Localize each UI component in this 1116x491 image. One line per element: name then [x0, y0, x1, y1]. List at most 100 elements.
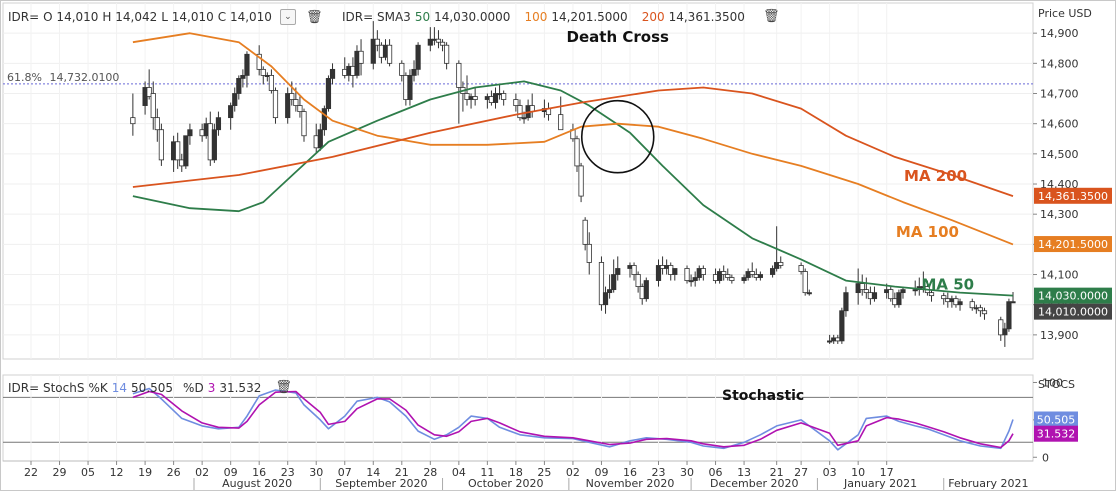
candle-body [602, 292, 609, 306]
candle-body [358, 50, 364, 64]
candle-body [297, 105, 303, 113]
chevron-down-icon[interactable]: ⌄ [279, 9, 296, 25]
candle-body [643, 280, 649, 300]
stochastic-badges: 50.505 31.532 [1034, 411, 1078, 442]
price-y-tick-label: 13,900 [1040, 329, 1079, 342]
candle-body [325, 78, 332, 109]
candle-body [725, 274, 731, 278]
stoch-d-value: 31.532 [219, 380, 262, 395]
candle-body [1006, 301, 1012, 330]
ma200-label: MA 200 [904, 167, 967, 185]
candle-body [806, 292, 812, 295]
candle-body [607, 289, 613, 294]
candle-body [631, 265, 637, 275]
x-tick-label: 05 [81, 466, 95, 479]
ma100-badge: 14,201.5000 [1038, 238, 1108, 251]
candle-body [684, 268, 690, 281]
candle-body [558, 114, 564, 131]
candle-body [672, 268, 678, 275]
candle-body [582, 219, 588, 245]
candle-body [187, 129, 193, 137]
candle-body [1002, 328, 1008, 336]
candle-body [321, 108, 327, 131]
x-tick-label: 04 [452, 466, 466, 479]
candle-body [843, 292, 849, 312]
candle-body [415, 44, 421, 70]
stoch-k-label: %K [88, 380, 108, 395]
candle-body [289, 93, 295, 100]
last-price-badge: 14,010.0000 [1038, 306, 1108, 319]
month-label: November 2020 [586, 477, 675, 490]
month-label: February 2021 [948, 477, 1028, 490]
candle-body [439, 41, 446, 46]
candle-body [513, 99, 519, 106]
candle-body [981, 310, 988, 315]
candle-body [769, 268, 776, 275]
stochastic-title: Stochastic [722, 388, 804, 404]
trash-icon[interactable]: 🗑 [306, 10, 323, 25]
x-tick-label: 22 [24, 466, 38, 479]
candle-body [411, 68, 417, 76]
candle-body [586, 243, 592, 263]
low-value: L 14,010 [161, 10, 214, 24]
price-y-tick-label: 14,300 [1040, 208, 1079, 221]
stoch-k-value: 50.505 [131, 380, 174, 395]
candle-body [317, 129, 323, 149]
candle-body [578, 165, 584, 197]
candle-body [260, 68, 266, 76]
candle-body [293, 99, 299, 106]
fib-label: 61.8% 14,732.0100 [7, 71, 119, 84]
candle-body [244, 53, 250, 76]
candle-body [183, 135, 189, 167]
trash-icon[interactable]: 🗑 [763, 9, 780, 24]
trash-icon[interactable]: 🗑 [275, 380, 292, 395]
x-tick-label: 19 [138, 466, 152, 479]
ma50-label: MA 50 [921, 276, 974, 294]
stochastic-y-axis-title: STOCS [1038, 378, 1075, 391]
candle-body [969, 301, 975, 309]
candle-body [215, 117, 222, 131]
candle-body [700, 268, 706, 275]
candle-body [957, 301, 963, 306]
candle-body [863, 289, 869, 294]
sma200-period: 200 [641, 9, 665, 24]
stochastic-header: IDR= StochS %K 14 50.505 %D 3 31.532 🗑 [8, 380, 296, 395]
price-y-tick-label: 14,500 [1040, 148, 1079, 161]
ma200-badge: 14,361.3500 [1038, 190, 1108, 203]
price-y-tick-label: 14,600 [1040, 118, 1079, 131]
candle-body [407, 75, 413, 100]
stoch-k-badge: 50.505 [1037, 413, 1076, 426]
candle-body [574, 138, 580, 167]
sma-header: IDR= SMA3 50 14,030.0000 100 14,201.5000… [342, 9, 783, 24]
candle-body [896, 292, 902, 306]
candle-body [175, 141, 181, 161]
candle-body [977, 307, 984, 312]
candle-body [374, 38, 380, 46]
candle-body [615, 268, 621, 275]
x-tick-label: 03 [823, 466, 837, 479]
sma50-period: 50 [414, 9, 431, 24]
candle-body [900, 289, 906, 294]
stoch-d-period: 3 [207, 380, 216, 395]
x-tick-label: 29 [53, 466, 67, 479]
candle-body [272, 90, 279, 119]
candle-body [236, 78, 242, 94]
stoch-d-badge: 31.532 [1037, 428, 1076, 441]
price-y-tick-label: 14,900 [1040, 27, 1079, 40]
candle-body [839, 310, 845, 342]
x-tick-label: 12 [110, 466, 124, 479]
candle-body [268, 75, 275, 91]
month-label: October 2020 [468, 477, 544, 490]
month-label: December 2020 [710, 477, 799, 490]
candle-body [778, 262, 784, 266]
candle-body [741, 277, 747, 281]
candle-body [130, 117, 136, 125]
price-header: IDR= O 14,010 H 14,042 L 14,010 C 14,010… [8, 9, 326, 25]
candle-body [941, 295, 947, 300]
price-y-tick-label: 14,800 [1040, 57, 1079, 70]
candle-body [692, 277, 698, 281]
candle-body [757, 274, 763, 278]
candle-body [802, 271, 808, 294]
candle-body [1010, 301, 1016, 304]
x-tick-label: 30 [309, 466, 323, 479]
